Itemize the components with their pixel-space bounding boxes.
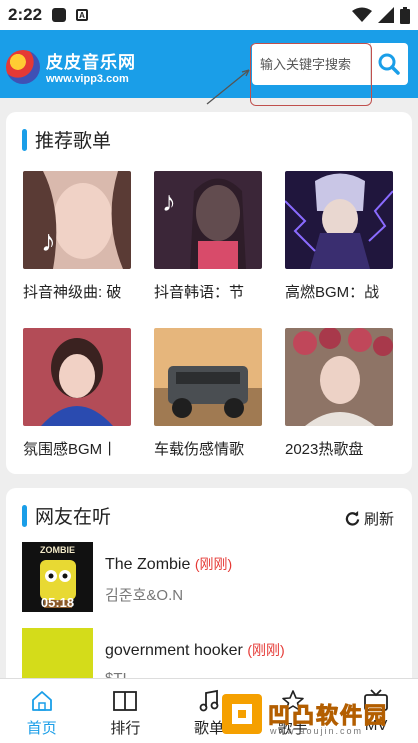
battery-icon bbox=[400, 6, 410, 24]
status-time: 2:22 bbox=[8, 5, 43, 24]
tab-singers[interactable]: 歌手 bbox=[251, 679, 335, 743]
recommended-playlists-section: 推荐歌单 ♪ 抖音神级曲: 破 ♪ 抖音韩语：节 高燃BGM：战 氛围感BGM丨 bbox=[6, 112, 412, 474]
song-title: government hooker bbox=[105, 642, 243, 659]
tab-label: 歌手 bbox=[277, 720, 308, 737]
playlist-item[interactable]: 高燃BGM：战 bbox=[285, 171, 393, 302]
wifi-icon bbox=[352, 7, 372, 22]
tab-label: MV bbox=[364, 717, 388, 734]
refresh-button[interactable]: 刷新 bbox=[345, 508, 394, 529]
section-accent-bar bbox=[22, 128, 27, 151]
playlist-item[interactable]: 车载伤感情歌 bbox=[154, 328, 262, 459]
logo-mark-icon bbox=[6, 49, 40, 84]
status-icons bbox=[352, 6, 410, 24]
home-icon bbox=[31, 691, 52, 711]
playlist-thumbnail bbox=[154, 328, 262, 426]
playlist-item[interactable]: 2023热歌盘 bbox=[285, 328, 393, 459]
playlist-caption: 抖音韩语：节 bbox=[154, 284, 245, 301]
playlist-item[interactable]: 氛围感BGM丨 bbox=[23, 328, 131, 459]
recommended-title: 推荐歌单 bbox=[35, 131, 112, 152]
song-artist: 김준호&O.N bbox=[105, 587, 184, 604]
playlist-caption: 车载伤感情歌 bbox=[154, 441, 245, 458]
playlist-caption: 高燃BGM：战 bbox=[285, 284, 380, 301]
section-title: 网友在听 bbox=[22, 502, 111, 529]
song-duration: 05:18 bbox=[40, 595, 75, 610]
signal-icon bbox=[378, 7, 394, 23]
search-input[interactable] bbox=[252, 44, 370, 84]
app-header: 皮皮音乐网 www.vipp3.com bbox=[0, 30, 418, 98]
song-title-line: government hooker (刚刚) bbox=[105, 640, 285, 660]
svg-text:♪: ♪ bbox=[41, 225, 56, 258]
app-notification-icon: A bbox=[76, 9, 89, 21]
tab-mv[interactable]: MV bbox=[334, 679, 418, 743]
section-title: 推荐歌单 bbox=[22, 126, 111, 153]
book-icon bbox=[113, 691, 138, 711]
playlist-thumbnail: ♪ bbox=[154, 171, 262, 269]
logo-name: 皮皮音乐网 bbox=[46, 53, 136, 72]
svg-text:♪: ♪ bbox=[162, 186, 176, 217]
playlist-caption: 2023热歌盘 bbox=[285, 441, 364, 458]
song-title-line: The Zombie (刚刚) bbox=[105, 554, 232, 574]
music-note-icon bbox=[199, 689, 219, 712]
refresh-icon bbox=[345, 511, 360, 526]
star-icon bbox=[281, 690, 304, 711]
playlist-thumbnail bbox=[285, 328, 393, 426]
song-cover-caption: ZOMBIE bbox=[40, 545, 75, 555]
tab-home[interactable]: 首页 bbox=[0, 679, 84, 743]
song-time-tag: (刚刚) bbox=[194, 556, 233, 572]
site-logo[interactable]: 皮皮音乐网 www.vipp3.com bbox=[6, 48, 136, 85]
notification-icon bbox=[52, 8, 67, 22]
now-listening-section: 网友在听 刷新 ZOMBIE 05:18 The Zombie (刚刚) 김준호… bbox=[6, 488, 412, 688]
playlist-thumbnail bbox=[23, 328, 131, 426]
song-title: The Zombie bbox=[105, 556, 191, 573]
tab-playlists[interactable]: 歌单 bbox=[167, 679, 251, 743]
song-time-tag: (刚刚) bbox=[247, 642, 285, 658]
search-icon bbox=[378, 53, 400, 75]
playlist-item[interactable]: ♪ 抖音神级曲: 破 bbox=[23, 171, 131, 302]
song-list-item[interactable]: ZOMBIE 05:18 The Zombie (刚刚) 김준호&O.N bbox=[22, 542, 396, 612]
tv-icon bbox=[364, 689, 389, 711]
search-box bbox=[252, 43, 408, 85]
logo-url: www.vipp3.com bbox=[46, 73, 129, 85]
song-cover: ZOMBIE 05:18 bbox=[22, 542, 93, 612]
playlist-thumbnail: ♪ bbox=[23, 171, 131, 269]
playlist-thumbnail bbox=[285, 171, 393, 269]
playlist-caption: 氛围感BGM丨 bbox=[23, 441, 118, 458]
playlist-caption: 抖音神级曲: 破 bbox=[23, 284, 122, 301]
refresh-label: 刷新 bbox=[363, 511, 394, 528]
tab-label: 首页 bbox=[26, 720, 57, 737]
search-button[interactable] bbox=[370, 43, 406, 85]
section-accent-bar bbox=[22, 504, 27, 527]
tab-label: 排行 bbox=[110, 720, 141, 737]
listening-title: 网友在听 bbox=[35, 507, 112, 528]
bottom-tab-bar: 首页 排行 歌单 歌手 MV bbox=[0, 678, 418, 743]
tab-label: 歌单 bbox=[193, 720, 224, 737]
playlist-item[interactable]: ♪ 抖音韩语：节 bbox=[154, 171, 262, 302]
tab-ranking[interactable]: 排行 bbox=[84, 679, 168, 743]
status-bar: 2:22 A bbox=[0, 0, 418, 30]
